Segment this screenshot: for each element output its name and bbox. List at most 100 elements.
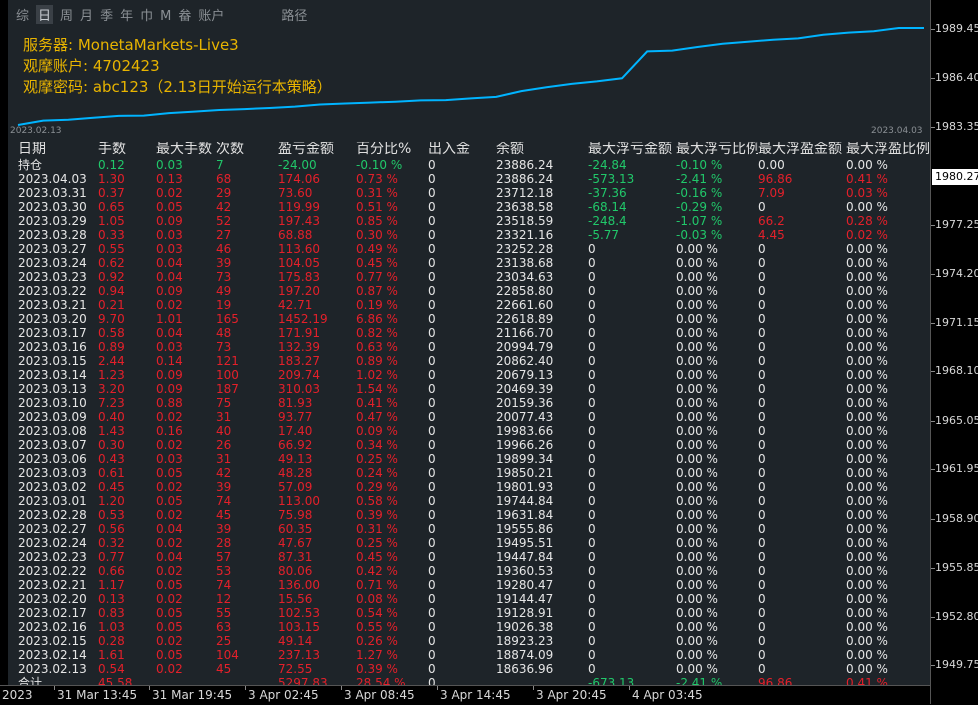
table-row-cell: 1.27 % [356, 648, 398, 662]
table-row-cell: 0.58 % [356, 494, 398, 508]
table-row-cell: 0.00 % [676, 620, 718, 634]
table-row-cell: 75.98 [278, 508, 313, 522]
table-row-cell: 2023.04.03 [18, 172, 87, 186]
table-row-cell: 0 [428, 242, 436, 256]
table-row-cell: 0 [588, 368, 596, 382]
table-row-cell: 45 [216, 508, 232, 522]
table-row-cell: 20469.39 [496, 382, 554, 396]
table-row-cell: 0.00 % [676, 298, 718, 312]
table-row-cell: 2023.03.30 [18, 200, 87, 214]
table-row-cell: 1.03 [98, 620, 125, 634]
table-row-cell: 2023.02.20 [18, 592, 87, 606]
table-row-cell: 63 [216, 620, 232, 634]
time-tick [149, 686, 150, 690]
table-row-cell: 0.40 [98, 410, 125, 424]
table-row-cell: 0.02 [156, 298, 183, 312]
table-row-cell: 0.02 [156, 438, 183, 452]
table-row-cell: 2023.03.27 [18, 242, 87, 256]
table-row-cell: 0.30 % [356, 228, 398, 242]
table-row-cell: 0.00 % [846, 452, 888, 466]
table-row-cell: -2.41 % [676, 172, 723, 186]
table-row-cell: 0.00 % [676, 256, 718, 270]
table-row-cell: 0 [588, 340, 596, 354]
table-row-cell: 171.91 [278, 326, 320, 340]
table-row-cell: 0.00 % [676, 606, 718, 620]
table-row-cell: 19 [216, 298, 232, 312]
table-row-cell: 0 [428, 494, 436, 508]
table-row-cell: 1.30 [98, 172, 125, 186]
table-row-cell: 0.09 [156, 368, 183, 382]
table-row-cell: -0.03 % [676, 228, 723, 242]
table-row-cell: 0 [758, 256, 766, 270]
table-row-cell: 0.00 % [846, 592, 888, 606]
table-row-cell: 0.00 % [846, 382, 888, 396]
table-row-cell: 23712.18 [496, 186, 554, 200]
table-row-cell: 93.77 [278, 410, 313, 424]
table-row-cell: 0 [588, 242, 596, 256]
table-row-cell: 20994.79 [496, 340, 554, 354]
table-row-cell: 0.00 % [846, 284, 888, 298]
table-row-cell: 121 [216, 354, 239, 368]
table-row-cell: 0 [758, 480, 766, 494]
table-row-cell: 0.25 % [356, 536, 398, 550]
table-row-cell: 1.20 [98, 494, 125, 508]
price-axis[interactable]: 1980.27 1989.45 1986.40 1983.35 1977.25 1974… [930, 0, 978, 704]
table-row-cell: 0.03 [156, 242, 183, 256]
table-row-cell: 113.60 [278, 242, 320, 256]
table-row-cell: 2023.03.07 [18, 438, 87, 452]
table-row-cell: 0 [758, 550, 766, 564]
table-row-cell: 23321.16 [496, 228, 554, 242]
table-row-cell: 2023.03.02 [18, 480, 87, 494]
holding-row-cell: -24.84 [588, 158, 627, 172]
table-row-cell: 0.00 % [846, 368, 888, 382]
table-header-cell: 最大手数 [156, 142, 212, 156]
table-row-cell: 0.54 [98, 662, 125, 676]
time-tick [533, 686, 534, 690]
account-info: 服务器: MonetaMarkets-Live3 观摩账户: 4702423 观… [23, 35, 332, 98]
table-row-cell: 66.92 [278, 438, 313, 452]
time-label: 3 Apr 20:45 [536, 688, 607, 702]
price-tick [931, 469, 935, 470]
total-row-cell: 96.86 [758, 676, 793, 685]
holding-row-cell: 0.00 [758, 158, 785, 172]
table-header-cell: 次数 [216, 142, 244, 156]
table-row-cell: 0.88 [156, 396, 183, 410]
table-row-cell: 0.00 % [676, 634, 718, 648]
table-row-cell: 39 [216, 480, 232, 494]
table-row-cell: 0.04 [156, 256, 183, 270]
price-label: 1971.15 [935, 316, 978, 329]
table-row-cell: 0 [428, 312, 436, 326]
table-row-cell: 0.00 % [846, 578, 888, 592]
table-row-cell: 19555.86 [496, 522, 554, 536]
table-row-cell: 0.00 % [676, 424, 718, 438]
table-row-cell: 0 [758, 578, 766, 592]
table-row-cell: 22858.80 [496, 284, 554, 298]
table-row-cell: 0.00 % [676, 382, 718, 396]
table-row-cell: 60.35 [278, 522, 313, 536]
price-tick [931, 323, 935, 324]
table-row-cell: -0.29 % [676, 200, 723, 214]
table-header-cell: 百分比% [356, 142, 412, 156]
table-row-cell: 0.00 % [846, 522, 888, 536]
price-tick [931, 371, 935, 372]
time-axis[interactable]: 2023 31 Mar 13:45 31 Mar 19:45 3 Apr 02:45 3… [0, 685, 930, 705]
table-row-cell: 0.00 % [846, 298, 888, 312]
table-row-cell: 25 [216, 634, 232, 648]
table-row-cell: 0 [428, 228, 436, 242]
table-row-cell: 0 [588, 424, 596, 438]
table-row-cell: 49.13 [278, 452, 313, 466]
table-row-cell: 0 [588, 634, 596, 648]
total-row-cell: 28.54 % [356, 676, 406, 685]
table-row-cell: -5.77 [588, 228, 620, 242]
chart-area[interactable]: 综日周月季年巾 M 畚账户 路径 2023.02.13 2023.04.03 服务器:… [0, 0, 930, 685]
table-row-cell: 0.25 % [356, 452, 398, 466]
table-row-cell: 0 [588, 662, 596, 676]
table-row-cell: 0 [428, 452, 436, 466]
table-row-cell: 0.00 % [846, 662, 888, 676]
table-row-cell: 0.37 [98, 186, 125, 200]
table-row-cell: 0 [428, 368, 436, 382]
table-row-cell: 2023.03.29 [18, 214, 87, 228]
table-row-cell: 23638.58 [496, 200, 554, 214]
table-row-cell: 31 [216, 452, 232, 466]
table-row-cell: 18923.23 [496, 634, 554, 648]
